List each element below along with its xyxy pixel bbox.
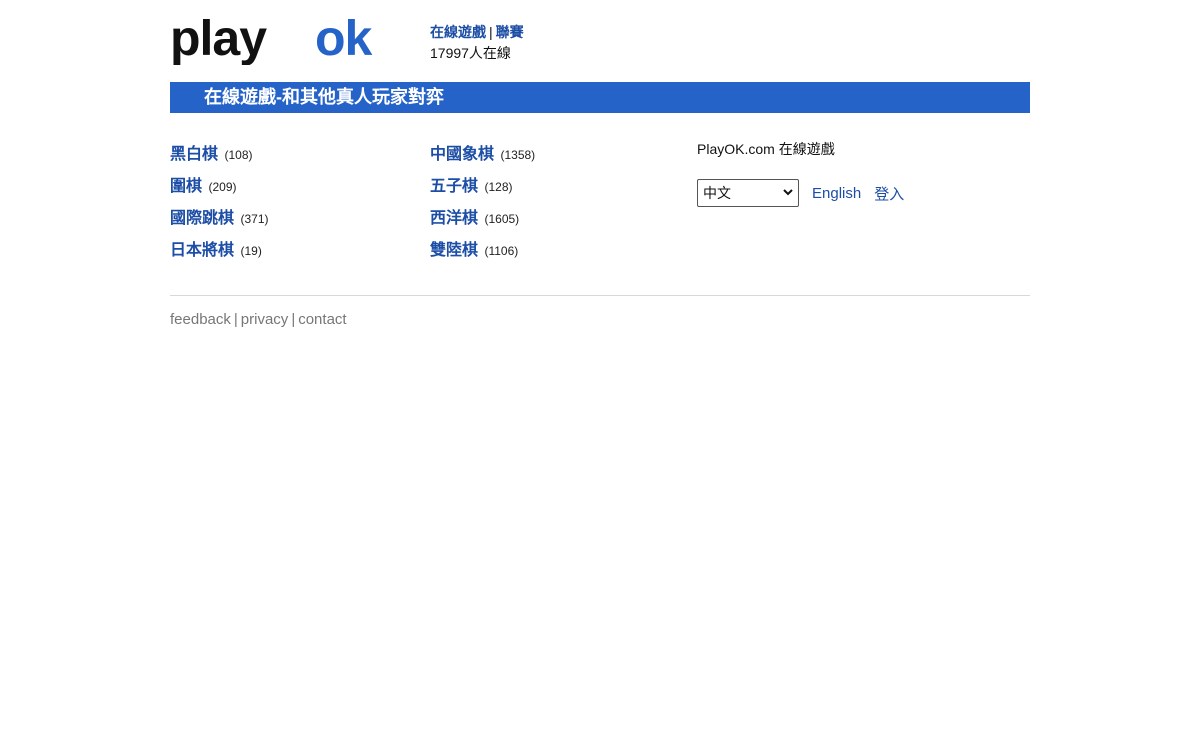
contact-link[interactable]: contact: [298, 311, 346, 328]
tournaments-link[interactable]: 聯賽: [496, 24, 524, 40]
privacy-link[interactable]: privacy: [241, 311, 289, 328]
header-link-separator: |: [489, 24, 493, 40]
feedback-link[interactable]: feedback: [170, 311, 231, 328]
divider: [170, 295, 1030, 296]
site-title: PlayOK.com 在線遊戲: [697, 141, 835, 157]
language-row: 中文 English 登入: [697, 179, 904, 207]
footer: feedback | privacy | contact: [170, 311, 1030, 328]
game-link-go[interactable]: 圍棋: [170, 178, 202, 195]
header-info: 在線遊戲 | 聯賽 17997人在線: [430, 22, 524, 64]
online-count: 17997人在線: [430, 45, 511, 61]
header-links: 在線遊戲 | 聯賽: [430, 22, 524, 43]
game-link-draughts[interactable]: 國際跳棋: [170, 210, 234, 227]
game-player-count: (19): [240, 244, 262, 258]
login-link[interactable]: 登入: [874, 183, 904, 204]
games-column-2: 中國象棋 (1358) 五子棋 (128) 西洋棋 (1605) 雙陸棋 (11…: [430, 143, 535, 271]
footer-separator: |: [233, 311, 238, 328]
page: play ok 在線遊戲 | 聯賽 17997人在線 在線遊戲-和其他真人玩家對弈 …: [170, 0, 1030, 328]
game-player-count: (209): [208, 180, 237, 194]
footer-separator: |: [291, 311, 296, 328]
game-link-gomoku[interactable]: 五子棋: [430, 178, 478, 195]
game-link-xiangqi[interactable]: 中國象棋: [430, 146, 494, 163]
chevron-down-icon: [783, 188, 793, 199]
language-select-value: 中文: [703, 185, 731, 201]
game-item: 中國象棋 (1358): [430, 143, 535, 175]
logo-icon: play ok: [170, 19, 374, 65]
side-panel: PlayOK.com 在線遊戲 中文 English 登入: [697, 139, 904, 207]
banner-title: 在線遊戲-和其他真人玩家對弈: [170, 82, 1030, 113]
svg-text:play: play: [170, 19, 267, 65]
header: play ok 在線遊戲 | 聯賽 17997人在線: [170, 18, 1030, 82]
games-section: 黑白棋 (108) 圍棋 (209) 國際跳棋 (371) 日本將棋 (19) …: [170, 113, 1030, 295]
game-item: 雙陸棋 (1106): [430, 239, 535, 271]
svg-text:ok: ok: [315, 19, 373, 65]
game-item: 黑白棋 (108): [170, 143, 268, 175]
game-link-chess[interactable]: 西洋棋: [430, 210, 478, 227]
game-player-count: (108): [224, 148, 253, 162]
game-link-shogi[interactable]: 日本將棋: [170, 242, 234, 259]
game-item: 國際跳棋 (371): [170, 207, 268, 239]
game-item: 圍棋 (209): [170, 175, 268, 207]
game-item: 日本將棋 (19): [170, 239, 268, 271]
game-link-backgammon[interactable]: 雙陸棋: [430, 242, 478, 259]
game-player-count: (128): [484, 180, 513, 194]
game-item: 西洋棋 (1605): [430, 207, 535, 239]
game-player-count: (1605): [484, 212, 520, 226]
online-games-link[interactable]: 在線遊戲: [430, 24, 486, 40]
games-column-1: 黑白棋 (108) 圍棋 (209) 國際跳棋 (371) 日本將棋 (19): [170, 143, 268, 271]
game-item: 五子棋 (128): [430, 175, 535, 207]
game-player-count: (1358): [500, 148, 536, 162]
game-player-count: (1106): [484, 244, 519, 258]
game-player-count: (371): [240, 212, 269, 226]
english-link[interactable]: English: [812, 185, 861, 202]
language-select[interactable]: 中文: [697, 179, 799, 207]
playok-logo[interactable]: play ok: [170, 19, 402, 65]
game-link-reversi[interactable]: 黑白棋: [170, 146, 218, 163]
